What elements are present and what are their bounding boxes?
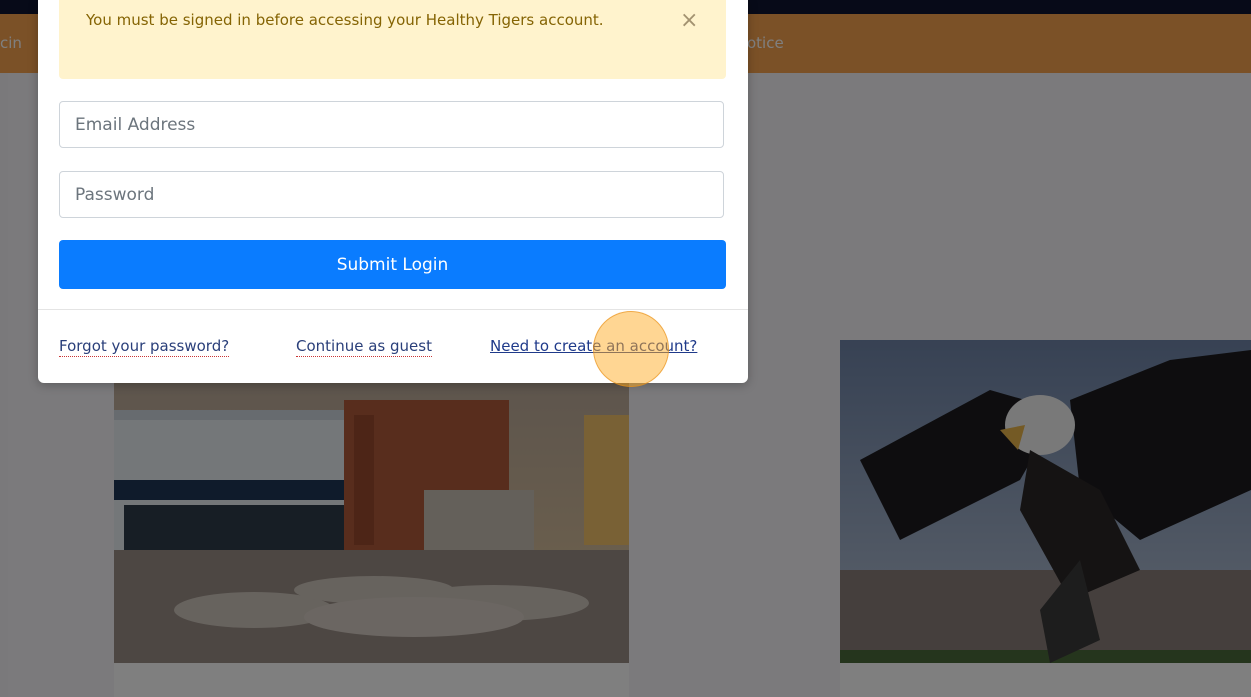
login-modal: You must be signed in before accessing y… (38, 0, 748, 383)
password-field[interactable] (59, 171, 724, 218)
sign-in-required-alert: You must be signed in before accessing y… (59, 0, 726, 79)
modal-footer-divider (38, 309, 748, 310)
create-account-link[interactable]: Need to create an account? (490, 337, 697, 355)
continue-as-guest-link[interactable]: Continue as guest (296, 337, 432, 357)
email-field[interactable] (59, 101, 724, 148)
forgot-password-link[interactable]: Forgot your password? (59, 337, 230, 357)
submit-login-button[interactable]: Submit Login (59, 240, 726, 289)
alert-message: You must be signed in before accessing y… (86, 11, 604, 29)
close-icon[interactable]: × (680, 10, 698, 32)
